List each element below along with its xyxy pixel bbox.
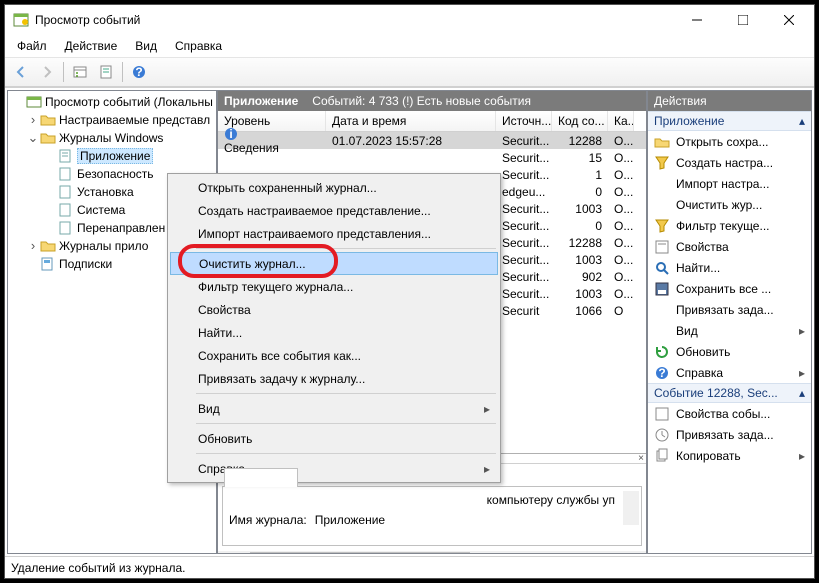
window: Просмотр событий Файл Действие Вид Справ… <box>4 4 815 579</box>
action-find[interactable]: Найти... <box>648 257 811 278</box>
actions-section-app[interactable]: Приложение▴ <box>648 111 811 131</box>
ctx-properties[interactable]: Свойства <box>170 298 498 321</box>
menu-view[interactable]: Вид <box>127 37 165 55</box>
svg-text:?: ? <box>658 366 665 380</box>
ctx-filter[interactable]: Фильтр текущего журнала... <box>170 275 498 298</box>
minimize-button[interactable] <box>674 5 720 35</box>
properties-button[interactable] <box>94 60 118 84</box>
h-scrollbar[interactable]: ‹ <box>218 551 646 553</box>
action-event-properties[interactable]: Свойства собы... <box>648 403 811 424</box>
ctx-create-custom[interactable]: Создать настраиваемое представление... <box>170 199 498 222</box>
col-code[interactable]: Код со... <box>552 111 608 131</box>
actions-header: Действия <box>648 91 811 111</box>
actions-section-event[interactable]: Событие 12288, Sec...▴ <box>648 383 811 403</box>
action-import-custom[interactable]: Импорт настра... <box>648 173 811 194</box>
detail-log-label: Имя журнала: <box>229 513 307 527</box>
ctx-save-all[interactable]: Сохранить все события как... <box>170 344 498 367</box>
scrollbar[interactable] <box>623 491 639 525</box>
action-create-custom[interactable]: Создать настра... <box>648 152 811 173</box>
action-attach-task[interactable]: Привязать зада... <box>648 299 811 320</box>
maximize-button[interactable] <box>720 5 766 35</box>
ctx-refresh[interactable]: Обновить <box>170 427 498 450</box>
detail-desc: компьютеру службы уп <box>229 493 635 507</box>
events-title: Приложение <box>224 94 298 108</box>
show-tree-button[interactable] <box>68 60 92 84</box>
action-clear-log[interactable]: Очистить жур... <box>648 194 811 215</box>
tree-custom-views[interactable]: ›Настраиваемые представл <box>8 111 216 129</box>
menubar: Файл Действие Вид Справка <box>5 35 814 57</box>
action-copy[interactable]: Копировать▸ <box>648 445 811 466</box>
titlebar: Просмотр событий <box>5 5 814 35</box>
close-button[interactable] <box>766 5 812 35</box>
tree-application[interactable]: Приложение <box>8 147 216 165</box>
toolbar: ? <box>5 57 814 87</box>
context-menu: Открыть сохраненный журнал... Создать на… <box>167 173 501 483</box>
forward-button[interactable] <box>35 60 59 84</box>
menu-help[interactable]: Справка <box>167 37 230 55</box>
window-title: Просмотр событий <box>35 13 674 27</box>
ctx-open-saved[interactable]: Открыть сохраненный журнал... <box>170 176 498 199</box>
help-button[interactable]: ? <box>127 60 151 84</box>
action-save-all[interactable]: Сохранить все ... <box>648 278 811 299</box>
action-event-attach-task[interactable]: Привязать зада... <box>648 424 811 445</box>
events-header: Приложение Событий: 4 733 (!) Есть новые… <box>218 91 646 111</box>
action-help[interactable]: ?Справка▸ <box>648 362 811 383</box>
status-bar: Удаление событий из журнала. <box>5 556 814 578</box>
col-datetime[interactable]: Дата и время <box>326 111 496 131</box>
ctx-clear-log[interactable]: Очистить журнал... <box>170 252 498 275</box>
ctx-help[interactable]: Справка <box>170 457 498 480</box>
menu-action[interactable]: Действие <box>57 37 126 55</box>
action-view[interactable]: Вид▸ <box>648 320 811 341</box>
col-source[interactable]: Источн... <box>496 111 552 131</box>
ctx-view[interactable]: Вид <box>170 397 498 420</box>
detail-log-value: Приложение <box>315 513 385 527</box>
col-category[interactable]: Ка... <box>608 111 634 131</box>
actions-panel: Действия Приложение▴ Открыть сохра... Со… <box>647 90 812 554</box>
detail-tab[interactable]: сведения <box>224 468 298 487</box>
action-refresh[interactable]: Обновить <box>648 341 811 362</box>
tree-root[interactable]: Просмотр событий (Локальны <box>8 93 216 111</box>
tree-windows-logs[interactable]: ⌄Журналы Windows <box>8 129 216 147</box>
app-icon <box>13 12 29 28</box>
ctx-import-custom[interactable]: Импорт настраиваемого представления... <box>170 222 498 245</box>
action-properties[interactable]: Свойства <box>648 236 811 257</box>
svg-text:i: i <box>229 127 232 141</box>
ctx-attach-task[interactable]: Привязать задачу к журналу... <box>170 367 498 390</box>
table-row[interactable]: iСведения01.07.2023 15:57:28Securit...12… <box>218 132 646 149</box>
action-filter[interactable]: Фильтр текуще... <box>648 215 811 236</box>
back-button[interactable] <box>9 60 33 84</box>
events-count: Событий: 4 733 (!) Есть новые события <box>312 94 531 108</box>
action-open-saved[interactable]: Открыть сохра... <box>648 131 811 152</box>
ctx-find[interactable]: Найти... <box>170 321 498 344</box>
svg-text:?: ? <box>135 65 142 79</box>
menu-file[interactable]: Файл <box>9 37 55 55</box>
